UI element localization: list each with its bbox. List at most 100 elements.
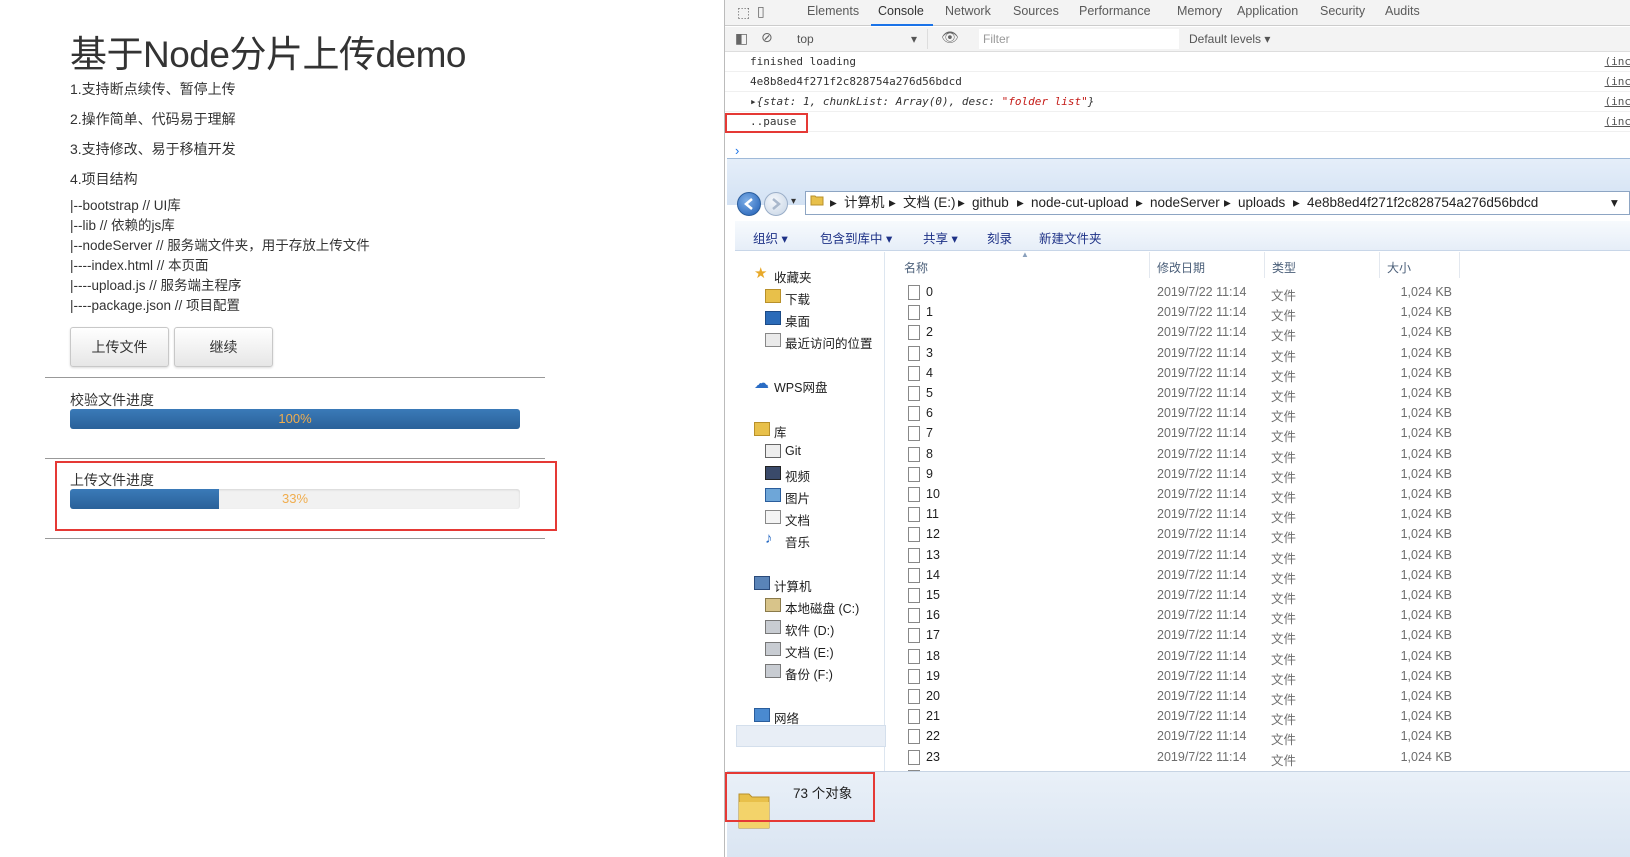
console-message[interactable]: ▸{stat: 1, chunkList: Array(0), desc: "f… (725, 92, 1630, 112)
table-row[interactable]: 22 2019/7/22 11:14 文件 1,024 KB (887, 726, 1630, 747)
nav-drive-d[interactable]: 软件 (D:) (785, 620, 834, 639)
table-row[interactable]: 18 2019/7/22 11:14 文件 1,024 KB (887, 646, 1630, 667)
column-separator[interactable] (1379, 252, 1380, 278)
breadcrumb-item[interactable]: 计算机 (844, 192, 885, 214)
resume-button[interactable]: 继续 (174, 327, 273, 367)
column-header-name[interactable]: 名称 (904, 259, 928, 276)
table-row[interactable]: 16 2019/7/22 11:14 文件 1,024 KB (887, 605, 1630, 626)
burn-button[interactable]: 刻录 (987, 228, 1012, 247)
table-row[interactable]: 12 2019/7/22 11:14 文件 1,024 KB (887, 524, 1630, 545)
table-row[interactable]: 10 2019/7/22 11:14 文件 1,024 KB (887, 484, 1630, 505)
column-separator[interactable] (1459, 252, 1460, 278)
nav-favorites[interactable]: 收藏夹 (774, 267, 812, 286)
tab-memory[interactable]: Memory (1177, 4, 1222, 18)
nav-drive-c[interactable]: 本地磁盘 (C:) (785, 598, 859, 617)
organize-button[interactable]: 组织 ▾ (753, 228, 788, 247)
table-row[interactable]: 23 2019/7/22 11:14 文件 1,024 KB (887, 747, 1630, 768)
table-row[interactable]: 17 2019/7/22 11:14 文件 1,024 KB (887, 625, 1630, 646)
breadcrumb-item[interactable]: node-cut-upload (1031, 192, 1129, 214)
source-link[interactable]: (inc (1605, 112, 1630, 132)
context-select[interactable]: top ▾ (793, 29, 928, 49)
column-separator[interactable] (1149, 252, 1150, 278)
table-row[interactable]: 15 2019/7/22 11:14 文件 1,024 KB (887, 585, 1630, 606)
breadcrumb-item[interactable]: 4e8b8ed4f271f2c828754a276d56bdcd (1307, 192, 1538, 214)
nav-library[interactable]: 库 (774, 422, 787, 441)
new-folder-button[interactable]: 新建文件夹 (1039, 228, 1102, 247)
nav-computer[interactable]: 计算机 (774, 576, 812, 595)
column-header-type[interactable]: 类型 (1272, 259, 1296, 276)
share-button[interactable]: 共享 ▾ (923, 228, 958, 247)
file-size: 1,024 KB (1400, 628, 1452, 643)
file-date: 2019/7/22 11:14 (1157, 628, 1247, 643)
table-row[interactable]: 8 2019/7/22 11:14 文件 1,024 KB (887, 444, 1630, 465)
table-row[interactable]: 1 2019/7/22 11:14 文件 1,024 KB (887, 302, 1630, 323)
include-library-button[interactable]: 包含到库中 ▾ (820, 228, 892, 247)
address-field[interactable]: ▸ 计算机 ▸ 文档 (E:) ▸ github ▸ node-cut-uplo… (805, 191, 1630, 215)
nav-music[interactable]: 音乐 (785, 532, 810, 551)
context-value: top (797, 32, 814, 46)
table-row[interactable]: 7 2019/7/22 11:14 文件 1,024 KB (887, 423, 1630, 444)
console-object[interactable]: ▸{stat: 1, chunkList: Array(0), desc: "f… (750, 92, 1094, 112)
table-row[interactable]: 14 2019/7/22 11:14 文件 1,024 KB (887, 565, 1630, 586)
column-separator[interactable] (1264, 252, 1265, 278)
nav-video[interactable]: 视频 (785, 466, 810, 485)
tab-console[interactable]: Console (878, 4, 924, 18)
nav-documents[interactable]: 文档 (785, 510, 810, 529)
device-toolbar-icon[interactable]: ▯ (757, 3, 765, 20)
file-date: 2019/7/22 11:14 (1157, 588, 1247, 602)
forward-button[interactable] (764, 192, 788, 216)
source-link[interactable]: (inc (1605, 52, 1630, 72)
inspect-icon[interactable]: ⬚ (737, 4, 750, 21)
nav-network[interactable]: 网络 (774, 708, 799, 727)
tab-network[interactable]: Network (945, 4, 991, 18)
table-row[interactable]: 2 2019/7/22 11:14 文件 1,024 KB (887, 322, 1630, 343)
filter-input[interactable]: Filter (979, 29, 1179, 49)
nav-wps[interactable]: WPS网盘 (774, 377, 827, 396)
source-link[interactable]: (inc (1605, 72, 1630, 92)
breadcrumb-item[interactable]: github (972, 192, 1009, 214)
column-header-date[interactable]: 修改日期 (1157, 259, 1205, 276)
table-row[interactable]: 19 2019/7/22 11:14 文件 1,024 KB (887, 666, 1630, 687)
table-row[interactable]: 13 2019/7/22 11:14 文件 1,024 KB (887, 545, 1630, 566)
file-date: 2019/7/22 11:14 (1157, 527, 1247, 542)
back-button[interactable] (737, 192, 761, 216)
nav-drive-f[interactable]: 备份 (F:) (785, 664, 833, 683)
tab-sources[interactable]: Sources (1013, 4, 1059, 18)
sidebar-toggle-icon[interactable]: ◧ (735, 30, 748, 47)
nav-pictures[interactable]: 图片 (785, 488, 810, 507)
nav-recent[interactable]: 最近访问的位置 (785, 333, 873, 352)
clear-console-icon[interactable]: ⊘ (761, 29, 773, 46)
table-row[interactable]: 0 2019/7/22 11:14 文件 1,024 KB (887, 282, 1630, 303)
tab-application[interactable]: Application (1237, 4, 1298, 18)
tab-security[interactable]: Security (1320, 4, 1365, 18)
upload-file-button[interactable]: 上传文件 (70, 327, 169, 367)
console-prompt[interactable]: › (735, 143, 739, 158)
table-row[interactable]: 3 2019/7/22 11:14 文件 1,024 KB (887, 343, 1630, 364)
nav-git[interactable]: Git (785, 444, 801, 458)
breadcrumb-item[interactable]: uploads (1238, 192, 1285, 214)
table-row[interactable]: 11 2019/7/22 11:14 文件 1,024 KB (887, 504, 1630, 525)
nav-desktop[interactable]: 桌面 (785, 311, 810, 330)
table-row[interactable]: 6 2019/7/22 11:14 文件 1,024 KB (887, 403, 1630, 424)
tab-elements[interactable]: Elements (807, 4, 859, 18)
breadcrumb-item[interactable]: 文档 (E:) (903, 192, 956, 214)
file-date: 2019/7/22 11:14 (1157, 386, 1247, 400)
column-header-size[interactable]: 大小 (1387, 259, 1411, 276)
chevron-down-icon[interactable]: ▾ (1611, 192, 1618, 214)
levels-dropdown[interactable]: Default levels ▾ (1189, 29, 1270, 49)
nav-drive-e[interactable]: 文档 (E:) (785, 642, 834, 661)
source-link[interactable]: (inc (1605, 92, 1630, 112)
table-row[interactable]: 9 2019/7/22 11:14 文件 1,024 KB (887, 464, 1630, 485)
table-row[interactable]: 5 2019/7/22 11:14 文件 1,024 KB (887, 383, 1630, 404)
table-row[interactable]: 20 2019/7/22 11:14 文件 1,024 KB (887, 686, 1630, 707)
breadcrumb-item[interactable]: nodeServer (1150, 192, 1220, 214)
table-row[interactable]: 4 2019/7/22 11:14 文件 1,024 KB (887, 363, 1630, 384)
file-name: 9 (926, 466, 933, 481)
tab-performance[interactable]: Performance (1079, 4, 1151, 18)
history-dropdown-icon[interactable]: ▾ (791, 196, 796, 207)
nav-downloads[interactable]: 下载 (785, 289, 810, 308)
table-row[interactable]: 21 2019/7/22 11:14 文件 1,024 KB (887, 706, 1630, 727)
eye-icon[interactable]: 👁 (941, 29, 959, 46)
tab-audits[interactable]: Audits (1385, 4, 1420, 18)
chevron-right-icon: ▸ (1224, 195, 1231, 210)
